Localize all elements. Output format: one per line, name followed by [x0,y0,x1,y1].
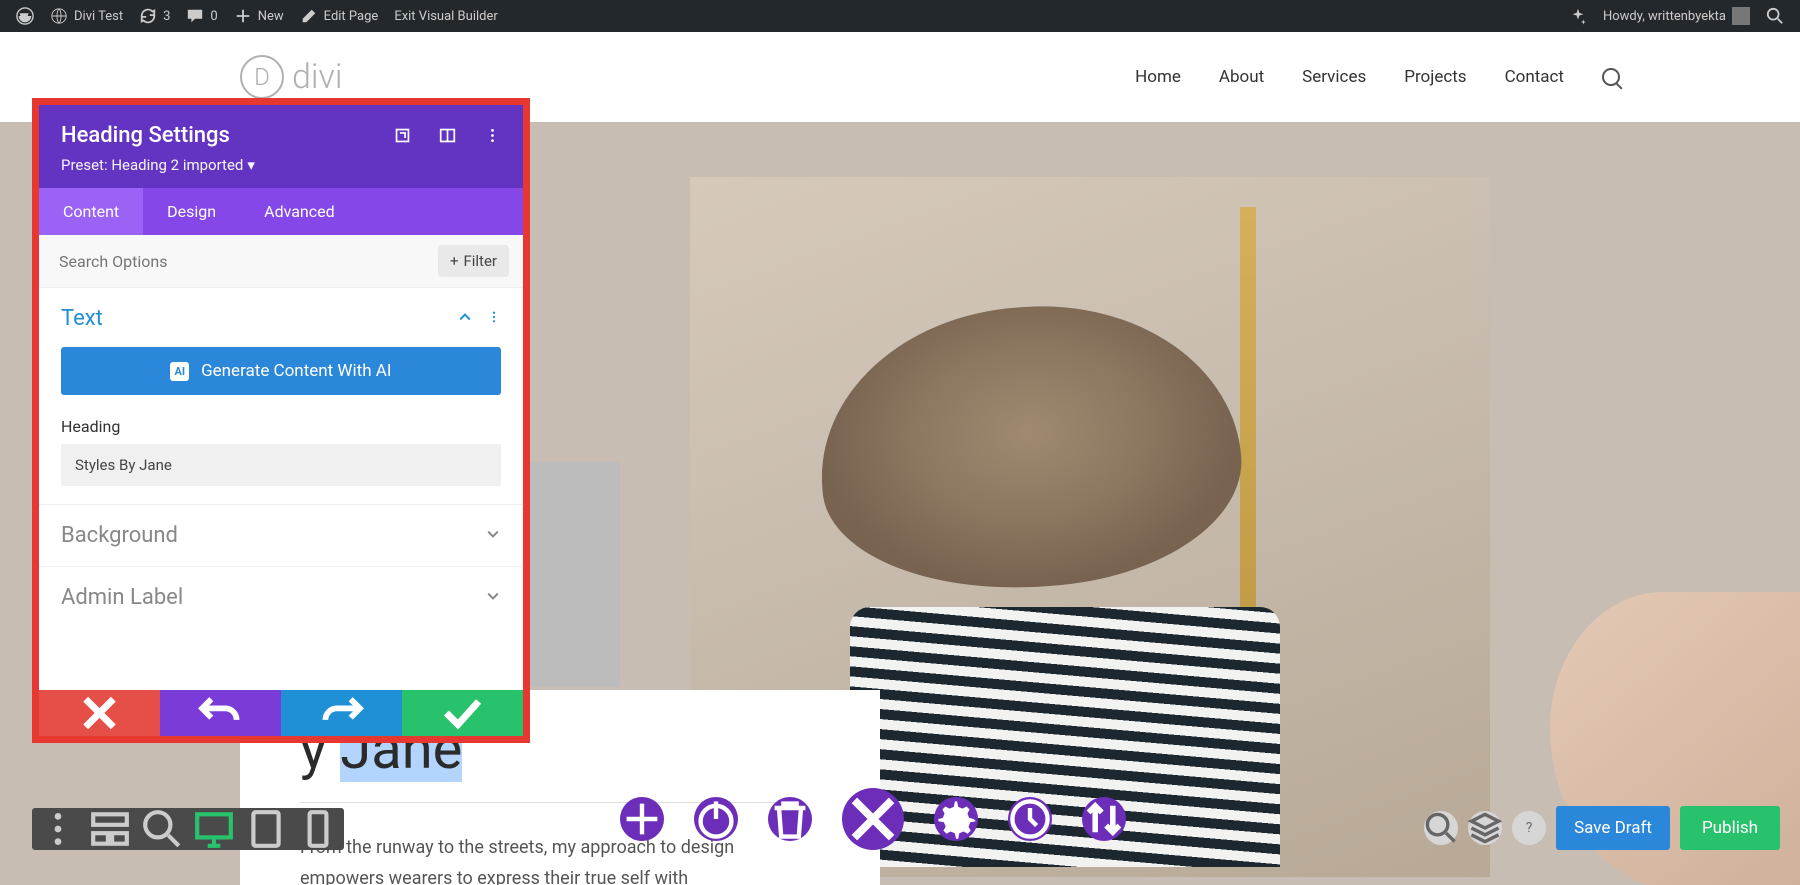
section-admin-label[interactable]: Admin Label [39,567,523,628]
add-module-button[interactable] [620,797,664,841]
ai-button-label: Generate Content With AI [201,361,391,381]
caret-down-icon: ▾ [247,156,255,174]
cancel-button[interactable] [39,690,160,736]
plus-icon [234,7,252,25]
comments-count: 0 [210,9,217,24]
search-icon [1766,7,1784,25]
sort-button[interactable] [1082,797,1126,841]
save-bar: ? Save Draft Publish [1424,806,1780,850]
comments-link[interactable]: 0 [178,0,225,32]
section-kebab-icon[interactable] [487,309,501,328]
chevron-down-icon [485,588,501,608]
phone-view-icon[interactable] [292,808,344,850]
trash-button[interactable] [768,797,812,841]
wp-logo[interactable] [8,0,42,32]
section-background-title: Background [61,523,178,548]
nav-services[interactable]: Services [1302,67,1366,87]
section-background[interactable]: Background [39,505,523,567]
nav-contact[interactable]: Contact [1505,67,1564,87]
zoom-icon[interactable] [136,808,188,850]
nav-projects[interactable]: Projects [1404,67,1466,87]
undo-button[interactable] [160,690,281,736]
panel-header: Heading Settings Preset: Heading 2 impor… [39,105,523,188]
site-name-text: Divi Test [74,9,123,24]
save-draft-button[interactable]: Save Draft [1556,806,1670,850]
edit-page-label: Edit Page [324,9,379,24]
logo-mark-icon: D [240,55,284,99]
comment-icon [186,7,204,25]
power-button[interactable] [694,797,738,841]
wireframe-view-icon[interactable] [84,808,136,850]
generate-ai-button[interactable]: AI Generate Content With AI [61,347,501,395]
site-name-link[interactable]: Divi Test [42,0,131,32]
tab-design[interactable]: Design [143,188,240,235]
howdy-text: Howdy, writtenbyekta [1603,9,1726,24]
panel-tabs: Content Design Advanced [39,188,523,235]
search-options-row: + Filter [39,235,523,288]
nav-home[interactable]: Home [1135,67,1181,87]
updates-link[interactable]: 3 [131,0,178,32]
tablet-view-icon[interactable] [240,808,292,850]
panel-footer [39,690,523,736]
edit-page-link[interactable]: Edit Page [292,0,387,32]
new-content-link[interactable]: New [226,0,292,32]
nav-search-icon[interactable] [1602,68,1620,86]
view-toolbar [32,808,344,850]
updates-count: 3 [163,9,170,24]
exit-visual-builder[interactable]: Exit Visual Builder [386,0,505,32]
tab-advanced[interactable]: Advanced [240,188,359,235]
new-label: New [258,9,284,24]
save-button[interactable] [402,690,523,736]
sparkle-icon [1569,7,1587,25]
wordpress-icon [16,7,34,25]
ai-sparkle-button[interactable] [1561,0,1595,32]
close-builder-button[interactable] [842,788,904,850]
section-text: Text AI Generate Content With AI Heading [39,288,523,505]
history-button[interactable] [1008,797,1052,841]
kebab-icon[interactable] [484,127,501,144]
filter-label: Filter [463,252,497,270]
layers-button[interactable] [1468,811,1502,845]
heading-settings-panel: Heading Settings Preset: Heading 2 impor… [32,98,530,743]
chevron-up-icon[interactable] [457,309,473,329]
decor-hat [811,293,1250,602]
redo-button[interactable] [281,690,402,736]
howdy-user[interactable]: Howdy, writtenbyekta [1595,0,1758,32]
heading-input[interactable] [61,444,501,486]
publish-button[interactable]: Publish [1680,806,1780,850]
logo-text: divi [292,57,343,97]
heading-field-label: Heading [61,417,501,436]
refresh-icon [139,7,157,25]
filter-button[interactable]: + Filter [438,245,509,277]
find-button[interactable] [1424,811,1458,845]
site-logo[interactable]: D divi [240,55,343,99]
plus-small-icon: + [450,252,459,270]
section-text-title[interactable]: Text [61,306,103,331]
chevron-down-icon [485,526,501,546]
nav-about[interactable]: About [1219,67,1264,87]
settings-gear-button[interactable] [934,797,978,841]
columns-icon[interactable] [439,127,456,144]
help-button[interactable]: ? [1512,811,1546,845]
desktop-view-icon[interactable] [188,808,240,850]
section-admin-label-title: Admin Label [61,585,183,610]
panel-title-text: Heading Settings [61,123,230,148]
search-options-input[interactable] [59,252,438,271]
expand-icon[interactable] [394,127,411,144]
pencil-icon [300,7,318,25]
user-avatar [1732,7,1750,25]
builder-action-bar [620,788,1126,850]
primary-nav: Home About Services Projects Contact [1135,67,1620,87]
exit-vb-label: Exit Visual Builder [394,9,497,24]
toolbar-kebab-icon[interactable] [32,808,84,850]
admin-search[interactable] [1758,0,1792,32]
wp-admin-bar: Divi Test 3 0 New Edit Page Exit Visual … [0,0,1800,32]
tab-content[interactable]: Content [39,188,143,235]
home-icon [50,7,68,25]
preset-selector[interactable]: Preset: Heading 2 imported ▾ [61,156,501,174]
ai-badge: AI [170,362,189,381]
preset-label: Preset: Heading 2 imported [61,156,243,174]
